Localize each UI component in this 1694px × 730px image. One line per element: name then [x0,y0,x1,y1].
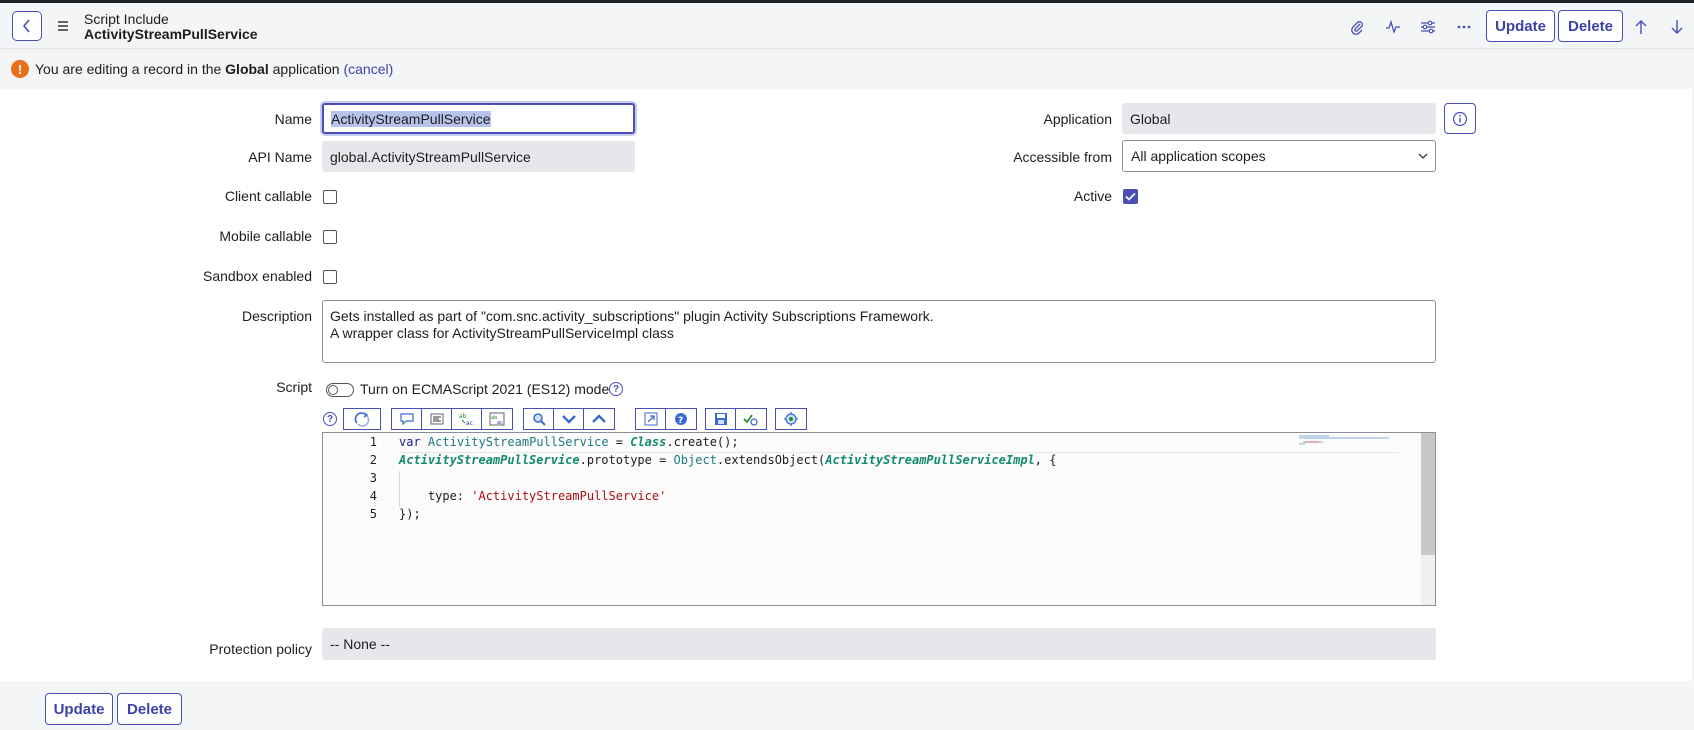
protection-policy-field: -- None -- [322,628,1436,660]
line-number: 3 [369,471,377,485]
notice-scope: Global [225,61,269,77]
accessible-from-label: Accessible from [1013,149,1112,165]
code-line-4: type: 'ActivityStreamPullService' [399,489,667,503]
syntax-check-icon[interactable] [736,409,766,429]
replace-all-icon[interactable]: ab ac [482,409,512,429]
toolbar-group-search [523,408,615,430]
previous-record-arrow-icon[interactable] [1631,17,1651,37]
align-text-icon[interactable] [422,409,452,429]
footer-update-button[interactable]: Update [45,693,113,725]
chevron-down-icon [1418,153,1428,159]
active-checkbox[interactable] [1123,189,1138,204]
record-name-title: ActivityStreamPullService [84,26,258,42]
client-callable-checkbox[interactable] [323,190,337,204]
line-number: 5 [369,507,377,521]
description-label: Description [241,308,312,324]
name-label: Name [274,111,312,127]
client-callable-label: Client callable [224,188,312,204]
toggle-knob [328,385,338,395]
comment-icon[interactable] [392,409,422,429]
toolbar-group-debug [775,408,807,430]
activity-pulse-icon[interactable] [1383,17,1403,37]
warning-icon: ! [11,60,29,78]
svg-text:ab: ab [459,413,467,420]
line-number: 2 [369,453,377,467]
toolbar-group-edit: ab ac ab ac [391,408,513,430]
line-number: 4 [369,489,377,503]
notice-prefix: You are editing a record in the [35,61,226,77]
search-icon[interactable] [524,409,554,429]
script-help-icon[interactable]: ? [323,412,337,426]
form-footer [0,681,1694,730]
page-title: Script Include ActivityStreamPullService [84,12,258,42]
description-textarea[interactable]: Gets installed as part of "com.snc.activ… [322,300,1436,363]
find-next-icon[interactable] [554,409,584,429]
header-update-button[interactable]: Update [1486,10,1555,42]
protection-policy-label: Protection policy [209,641,312,657]
fullscreen-icon[interactable] [636,409,666,429]
script-help-circle-icon[interactable]: ? [666,409,696,429]
toolbar-group-format [343,408,381,430]
script-editor[interactable]: 1 2 3 4 5 var ActivityStreamPullService … [322,432,1436,606]
api-name-field: global.ActivityStreamPullService [322,141,635,172]
toolbar-group-misc: ? [635,408,697,430]
mobile-callable-checkbox[interactable] [323,230,337,244]
accessible-from-select[interactable]: All application scopes [1122,140,1436,172]
application-field: Global [1122,103,1436,134]
line-number-gutter: 1 2 3 4 5 [323,433,381,605]
script-debugger-icon[interactable] [776,409,806,429]
info-icon [1452,111,1468,126]
api-name-label: API Name [248,149,312,165]
code-minimap [1299,435,1389,445]
record-type-title: Script Include [84,11,169,27]
chevron-left-icon [22,19,30,33]
scope-notice: ! You are editing a record in the Global… [0,49,1694,89]
find-previous-icon[interactable] [584,409,614,429]
footer-delete-button[interactable]: Delete [117,693,182,725]
code-line-1: var ActivityStreamPullService = Class.cr… [399,435,739,449]
format-code-icon[interactable] [344,409,380,429]
mobile-callable-label: Mobile callable [219,228,312,244]
form-header: Script Include ActivityStreamPullService… [0,3,1694,49]
sandbox-enabled-label: Sandbox enabled [203,268,312,284]
sandbox-enabled-checkbox[interactable] [323,270,337,284]
hamburger-menu-icon[interactable] [56,19,70,33]
scope-notice-text: You are editing a record in the Global a… [35,61,393,77]
settings-sliders-icon[interactable] [1418,17,1438,37]
checkmark-icon [1125,192,1136,201]
application-label: Application [1043,111,1113,127]
active-label: Active [1073,188,1112,204]
code-line-5: }); [399,507,421,521]
es12-mode-toggle[interactable] [326,383,354,397]
indent-guide [399,471,400,507]
cancel-link[interactable]: (cancel) [343,61,393,77]
es12-mode-label: Turn on ECMAScript 2021 (ES12) mode [360,381,610,397]
more-options-icon[interactable] [1454,17,1474,37]
name-input[interactable]: ActivityStreamPullService [322,103,635,134]
toolbar-group-save [705,408,767,430]
name-input-value: ActivityStreamPullService [331,110,491,127]
code-line-2: ActivityStreamPullService.prototype = Ob… [399,453,1057,467]
accessible-from-value: All application scopes [1131,148,1266,164]
scrollbar-thumb[interactable] [1421,433,1435,555]
editor-scrollbar[interactable] [1421,433,1435,605]
header-delete-button[interactable]: Delete [1558,10,1623,42]
replace-icon[interactable]: ab ac [452,409,482,429]
attachment-icon[interactable] [1347,17,1367,37]
svg-text:ac: ac [466,420,473,426]
description-line-1: Gets installed as part of "com.snc.activ… [330,308,934,324]
save-icon[interactable] [706,409,736,429]
svg-text:ac: ac [497,420,503,426]
back-button[interactable] [12,11,42,41]
description-line-2: A wrapper class for ActivityStreamPullSe… [330,325,674,341]
notice-suffix: application [268,61,344,77]
line-number: 1 [369,435,377,449]
application-info-button[interactable] [1444,103,1476,134]
svg-text:?: ? [678,416,683,426]
es12-help-icon[interactable]: ? [609,382,623,396]
script-label: Script [276,379,312,395]
next-record-arrow-icon[interactable] [1667,17,1687,37]
